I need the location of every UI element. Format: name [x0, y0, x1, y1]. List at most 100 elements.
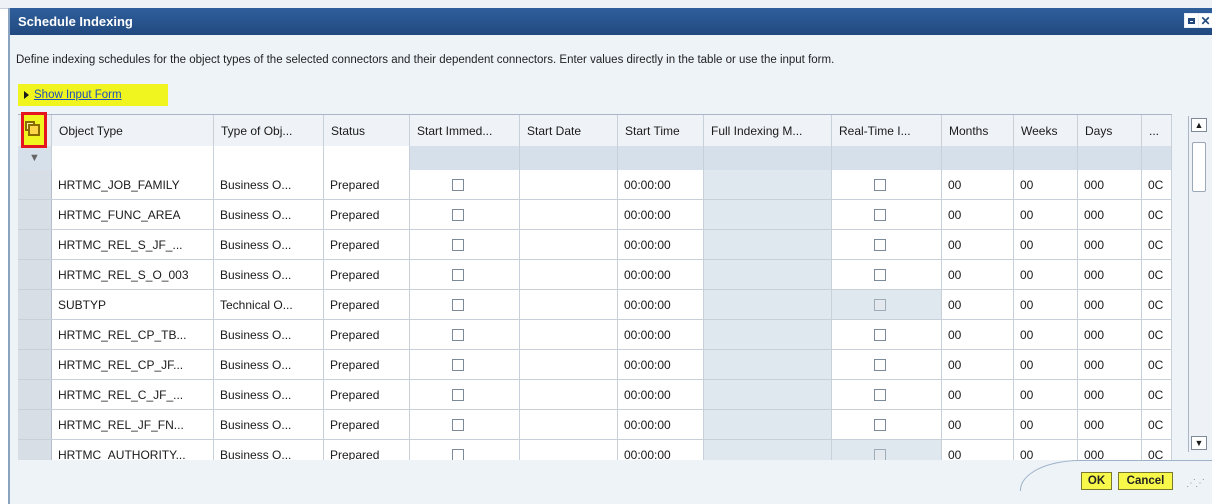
- row-selector[interactable]: [18, 170, 52, 199]
- cell-months[interactable]: 00: [942, 260, 1014, 289]
- table-row[interactable]: HRTMC_REL_S_JF_... Business O... Prepare…: [18, 230, 1172, 260]
- table-row[interactable]: HRTMC_REL_C_JF_... Business O... Prepare…: [18, 380, 1172, 410]
- cell-object-type[interactable]: HRTMC_REL_CP_TB...: [52, 320, 214, 349]
- column-header-full-indexing[interactable]: Full Indexing M...: [704, 115, 832, 147]
- cell-status[interactable]: Prepared: [324, 350, 410, 379]
- cell-months[interactable]: 00: [942, 380, 1014, 409]
- maximize-icon[interactable]: [1184, 13, 1199, 28]
- cell-days[interactable]: 000: [1078, 380, 1142, 409]
- cell-status[interactable]: Prepared: [324, 410, 410, 439]
- table-row[interactable]: HRTMC_REL_CP_JF... Business O... Prepare…: [18, 350, 1172, 380]
- close-icon[interactable]: ✕: [1198, 13, 1212, 28]
- cell-more[interactable]: 0C: [1142, 350, 1172, 379]
- cell-object-type[interactable]: SUBTYP: [52, 290, 214, 319]
- cell-start-time[interactable]: 00:00:00: [618, 230, 704, 259]
- cell-type-of-object[interactable]: Business O...: [214, 320, 324, 349]
- row-selector[interactable]: [18, 230, 52, 259]
- cell-start-date[interactable]: [520, 350, 618, 379]
- cell-weeks[interactable]: 00: [1014, 320, 1078, 349]
- cell-start-time[interactable]: 00:00:00: [618, 290, 704, 319]
- row-selector[interactable]: [18, 200, 52, 229]
- cell-start-date[interactable]: [520, 320, 618, 349]
- real-time-checkbox[interactable]: [874, 388, 886, 401]
- cell-start-time[interactable]: 00:00:00: [618, 170, 704, 199]
- cell-weeks[interactable]: 00: [1014, 230, 1078, 259]
- cell-status[interactable]: Prepared: [324, 170, 410, 199]
- start-immediately-checkbox[interactable]: [452, 238, 464, 251]
- cell-days[interactable]: 000: [1078, 290, 1142, 319]
- cell-weeks[interactable]: 00: [1014, 170, 1078, 199]
- cell-type-of-object[interactable]: Business O...: [214, 410, 324, 439]
- start-immediately-checkbox[interactable]: [452, 208, 464, 221]
- cell-object-type[interactable]: HRTMC_REL_S_JF_...: [52, 230, 214, 259]
- scroll-up-icon[interactable]: ▲: [1191, 118, 1207, 132]
- real-time-checkbox[interactable]: [874, 358, 886, 371]
- cell-start-time[interactable]: 00:00:00: [618, 200, 704, 229]
- start-immediately-checkbox[interactable]: [452, 448, 464, 461]
- cell-months[interactable]: 00: [942, 320, 1014, 349]
- cell-months[interactable]: 00: [942, 350, 1014, 379]
- cell-more[interactable]: 0C: [1142, 410, 1172, 439]
- cell-more[interactable]: 0C: [1142, 200, 1172, 229]
- table-row[interactable]: HRTMC_JOB_FAMILY Business O... Prepared …: [18, 170, 1172, 200]
- show-input-form-link[interactable]: Show Input Form: [18, 84, 168, 106]
- cell-start-time[interactable]: 00:00:00: [618, 350, 704, 379]
- cell-start-time[interactable]: 00:00:00: [618, 410, 704, 439]
- cell-start-time[interactable]: 00:00:00: [618, 260, 704, 289]
- real-time-checkbox[interactable]: [874, 418, 886, 431]
- cell-start-time[interactable]: 00:00:00: [618, 380, 704, 409]
- cell-days[interactable]: 000: [1078, 410, 1142, 439]
- real-time-checkbox[interactable]: [874, 328, 886, 341]
- scrollbar-thumb[interactable]: [1192, 142, 1206, 192]
- table-row[interactable]: HRTMC_REL_CP_TB... Business O... Prepare…: [18, 320, 1172, 350]
- cell-days[interactable]: 000: [1078, 170, 1142, 199]
- column-header-more[interactable]: ...: [1142, 115, 1172, 147]
- column-header-start-immediately[interactable]: Start Immed...: [410, 115, 520, 147]
- cell-type-of-object[interactable]: Business O...: [214, 380, 324, 409]
- cell-start-date[interactable]: [520, 380, 618, 409]
- start-immediately-checkbox[interactable]: [452, 358, 464, 371]
- cell-object-type[interactable]: HRTMC_FUNC_AREA: [52, 200, 214, 229]
- cell-status[interactable]: Prepared: [324, 260, 410, 289]
- start-immediately-checkbox[interactable]: [452, 298, 464, 311]
- column-header-type-of-object[interactable]: Type of Obj...: [214, 115, 324, 147]
- real-time-checkbox[interactable]: [874, 178, 886, 191]
- cell-object-type[interactable]: HRTMC_REL_CP_JF...: [52, 350, 214, 379]
- dialog-title-bar[interactable]: Schedule Indexing ✕: [10, 8, 1212, 35]
- ok-button[interactable]: OK: [1081, 472, 1112, 490]
- filter-icon[interactable]: ▼: [18, 146, 52, 170]
- cell-days[interactable]: 000: [1078, 350, 1142, 379]
- cell-more[interactable]: 0C: [1142, 290, 1172, 319]
- cell-status[interactable]: Prepared: [324, 290, 410, 319]
- column-header-start-date[interactable]: Start Date: [520, 115, 618, 147]
- cell-weeks[interactable]: 00: [1014, 410, 1078, 439]
- row-selector[interactable]: [18, 350, 52, 379]
- cell-object-type[interactable]: HRTMC_JOB_FAMILY: [52, 170, 214, 199]
- cell-weeks[interactable]: 00: [1014, 350, 1078, 379]
- cell-months[interactable]: 00: [942, 170, 1014, 199]
- cell-status[interactable]: Prepared: [324, 230, 410, 259]
- cell-weeks[interactable]: 00: [1014, 200, 1078, 229]
- cell-weeks[interactable]: 00: [1014, 260, 1078, 289]
- real-time-checkbox[interactable]: [874, 208, 886, 221]
- column-header-status[interactable]: Status: [324, 115, 410, 147]
- resize-grip-icon[interactable]: ⋰⋰: [1186, 478, 1205, 489]
- cell-status[interactable]: Prepared: [324, 320, 410, 349]
- cell-months[interactable]: 00: [942, 410, 1014, 439]
- row-selector[interactable]: [18, 260, 52, 289]
- cell-more[interactable]: 0C: [1142, 230, 1172, 259]
- column-header-days[interactable]: Days: [1078, 115, 1142, 147]
- cell-more[interactable]: 0C: [1142, 260, 1172, 289]
- start-immediately-checkbox[interactable]: [452, 268, 464, 281]
- real-time-checkbox[interactable]: [874, 238, 886, 251]
- cell-start-date[interactable]: [520, 170, 618, 199]
- cell-months[interactable]: 00: [942, 200, 1014, 229]
- cancel-button[interactable]: Cancel: [1118, 472, 1173, 490]
- vertical-scrollbar[interactable]: ▲ ▼: [1188, 116, 1210, 452]
- row-selector[interactable]: [18, 410, 52, 439]
- cell-start-date[interactable]: [520, 290, 618, 319]
- cell-days[interactable]: 000: [1078, 200, 1142, 229]
- table-row[interactable]: HRTMC_REL_S_O_003 Business O... Prepared…: [18, 260, 1172, 290]
- table-row[interactable]: HRTMC_REL_JF_FN... Business O... Prepare…: [18, 410, 1172, 440]
- cell-start-date[interactable]: [520, 200, 618, 229]
